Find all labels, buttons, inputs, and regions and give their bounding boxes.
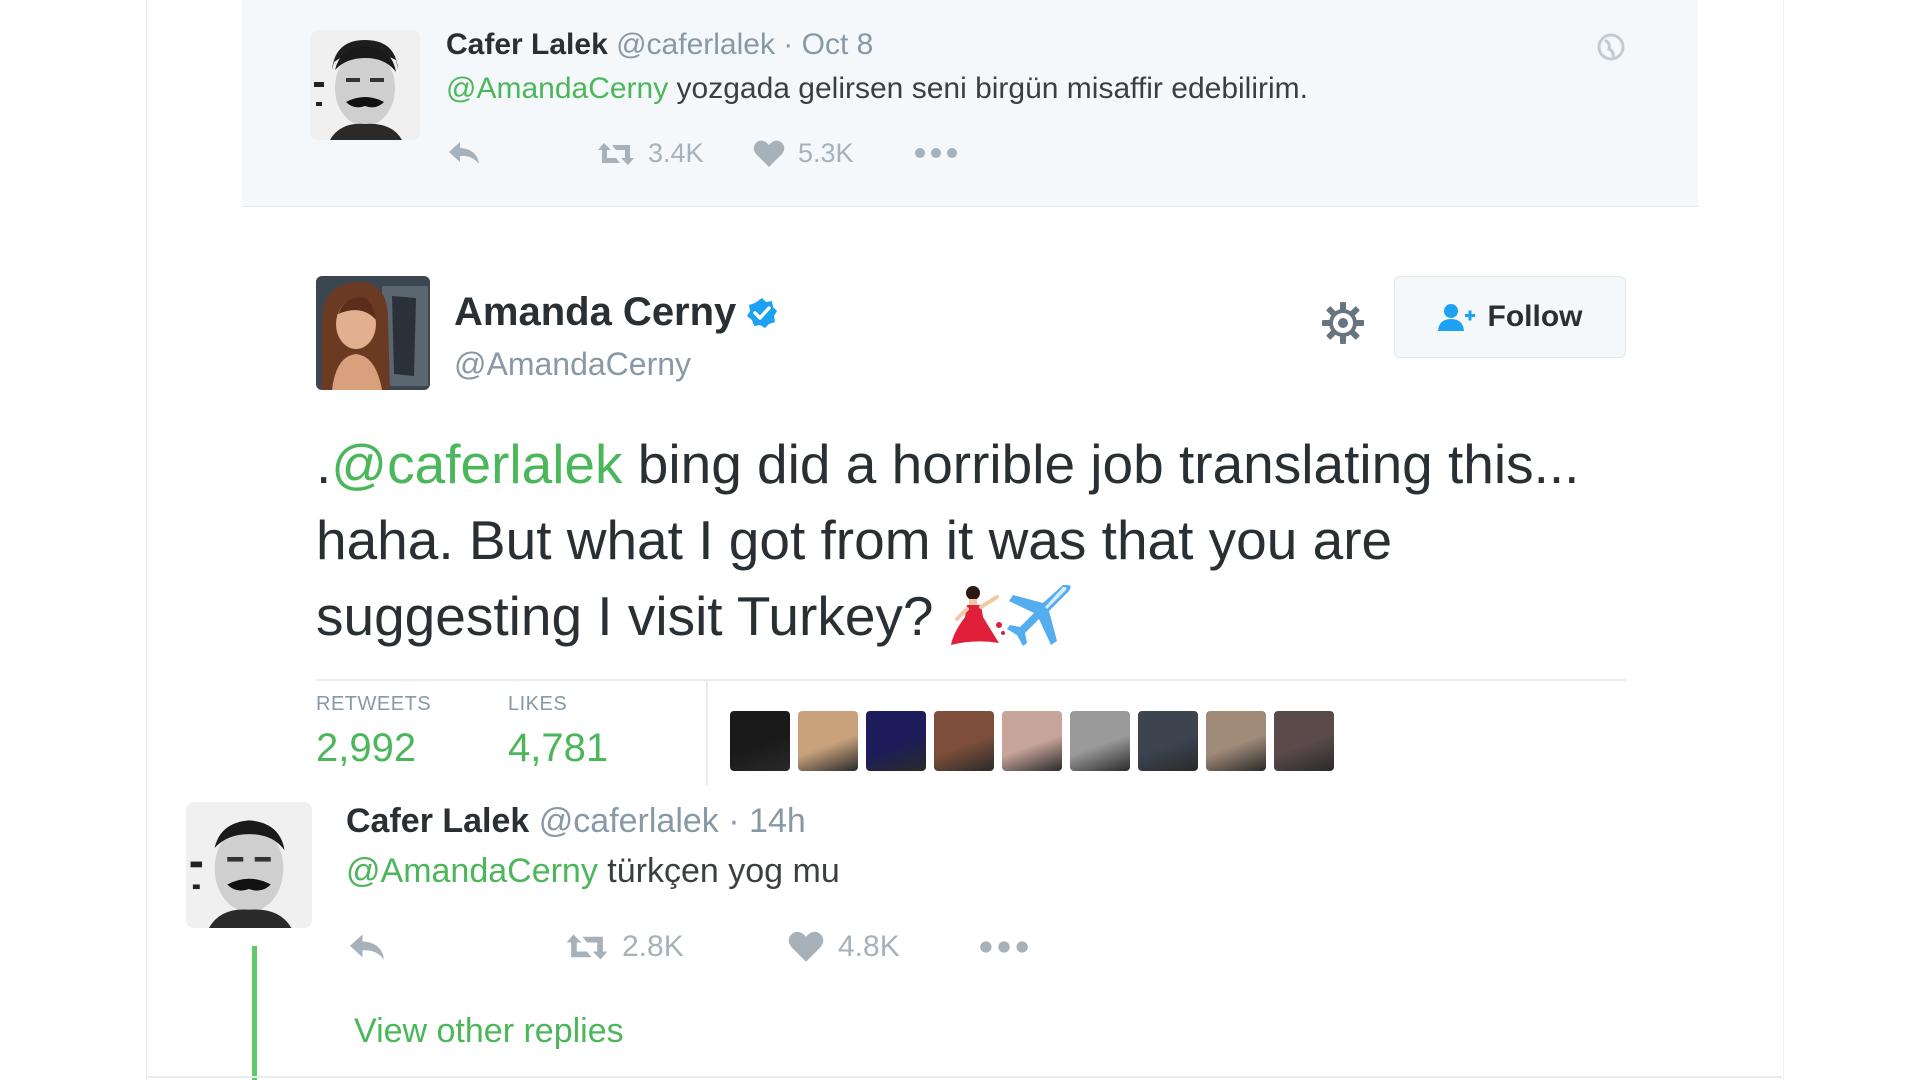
more-icon — [980, 941, 1028, 953]
heart-icon — [788, 931, 824, 962]
reply-icon — [449, 142, 479, 164]
tweet-body: türkçen yog mu — [597, 852, 840, 890]
gear-icon[interactable] — [1320, 300, 1366, 346]
liker-avatar[interactable] — [1138, 711, 1198, 771]
retweets-stat[interactable]: RETWEETS 2,992 — [316, 693, 431, 771]
heart-icon — [753, 140, 785, 167]
retweets-label: RETWEETS — [316, 693, 432, 715]
tweet-page: Cafer Lalek @caferlalek · Oct 8 @AmandaC… — [0, 0, 1920, 1080]
likes-stat[interactable]: LIKES 4,781 — [508, 693, 608, 771]
separator: · — [728, 802, 740, 840]
user-handle[interactable]: @caferlalek — [616, 28, 775, 61]
like-button[interactable]: 4.8K — [786, 930, 900, 964]
avatar[interactable] — [310, 30, 420, 140]
liker-avatar[interactable] — [934, 711, 994, 771]
verified-badge-icon — [747, 297, 778, 328]
parent-tweet[interactable]: Cafer Lalek @caferlalek · Oct 8 @AmandaC… — [242, 0, 1698, 207]
airplane-emoji-icon — [1006, 585, 1071, 646]
like-count: 5.3K — [798, 138, 854, 168]
bottom-divider — [146, 1076, 1782, 1078]
reply-icon — [350, 934, 384, 960]
thread-line — [252, 946, 257, 1080]
dancer-emoji-icon — [950, 586, 1005, 645]
mention-link[interactable]: @AmandaCerny — [446, 72, 668, 105]
liker-avatar[interactable] — [866, 711, 926, 771]
retweet-button[interactable]: 2.8K — [564, 930, 684, 964]
likes-value: 4,781 — [508, 726, 609, 770]
likes-label: LIKES — [508, 693, 568, 715]
liker-avatar[interactable] — [1002, 711, 1062, 771]
avatar[interactable] — [186, 802, 312, 928]
reply-button[interactable] — [446, 138, 482, 168]
follow-button[interactable]: Follow — [1394, 276, 1626, 358]
liker-avatar[interactable] — [798, 711, 858, 771]
user-name[interactable]: Cafer Lalek — [446, 28, 608, 61]
retweet-count: 2.8K — [622, 930, 684, 963]
tweet-text: @AmandaCerny yozgada gelirsen seni birgü… — [446, 72, 1308, 106]
tweet-header: Cafer Lalek @caferlalek · Oct 8 — [446, 28, 873, 62]
user-name[interactable]: Cafer Lalek — [346, 802, 529, 840]
add-user-icon — [1437, 304, 1475, 331]
retweets-value: 2,992 — [316, 726, 417, 770]
retweet-count: 3.4K — [648, 138, 704, 168]
liker-avatar[interactable] — [1206, 711, 1266, 771]
follow-label: Follow — [1487, 300, 1583, 333]
user-handle[interactable]: @AmandaCerny — [454, 346, 691, 383]
like-button[interactable]: 5.3K — [752, 138, 854, 169]
more-button[interactable] — [914, 138, 958, 168]
tweet-text: .@caferlalek bing did a horrible job tra… — [316, 426, 1626, 654]
liker-avatar[interactable] — [730, 711, 790, 771]
user-name-row: Amanda Cerny — [454, 290, 778, 335]
liker-avatar[interactable] — [1070, 711, 1130, 771]
view-other-replies-link[interactable]: View other replies — [354, 1012, 624, 1051]
text-prefix: . — [316, 433, 332, 495]
liker-avatar[interactable] — [1274, 711, 1334, 771]
retweet-icon — [598, 142, 634, 165]
separator: · — [783, 28, 794, 61]
reply-tweet[interactable]: Cafer Lalek @caferlalek · 14h @AmandaCer… — [186, 800, 1686, 1080]
mention-link[interactable]: @AmandaCerny — [346, 852, 598, 890]
tweet-body: yozgada gelirsen seni birgün misaffir ed… — [668, 72, 1308, 105]
globe-icon — [1597, 33, 1625, 61]
timestamp[interactable]: Oct 8 — [802, 28, 874, 61]
stats-divider — [706, 681, 708, 785]
tweet-text: @AmandaCerny türkçen yog mu — [346, 852, 840, 891]
like-count: 4.8K — [838, 930, 900, 963]
mention-link[interactable]: @caferlalek — [331, 433, 622, 495]
reply-button[interactable] — [346, 930, 388, 964]
more-icon — [915, 148, 957, 158]
more-button[interactable] — [978, 930, 1030, 964]
timestamp[interactable]: 14h — [749, 802, 806, 840]
user-handle[interactable]: @caferlalek — [539, 802, 719, 840]
tweet-stats: RETWEETS 2,992 LIKES 4,781 — [316, 679, 1626, 791]
retweet-button[interactable]: 3.4K — [596, 138, 704, 169]
retweet-icon — [566, 934, 608, 960]
user-name[interactable]: Amanda Cerny — [454, 290, 736, 335]
tweet-header: Cafer Lalek @caferlalek · 14h — [346, 802, 806, 841]
main-tweet: Amanda Cerny @AmandaCerny Follow .@cafer… — [316, 276, 1626, 785]
tweet-actions: 3.4K 5.3K — [446, 138, 1066, 178]
liker-avatars — [730, 711, 1334, 771]
avatar[interactable] — [316, 276, 430, 390]
tweet-actions: 2.8K 4.8K — [346, 930, 1046, 970]
